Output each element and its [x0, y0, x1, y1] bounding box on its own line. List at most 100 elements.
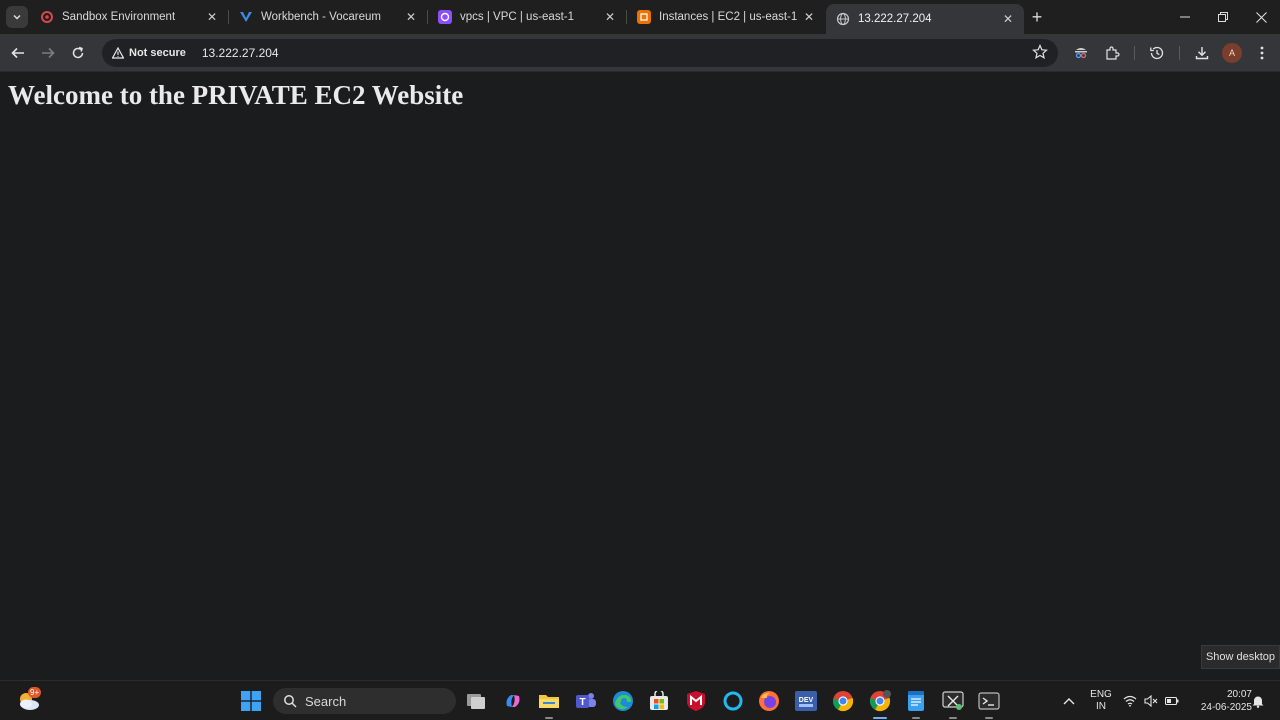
windows-icon: [241, 691, 261, 711]
cortana-button[interactable]: [720, 688, 746, 714]
clock-time: 20:07: [1226, 689, 1252, 700]
chevron-up-icon: [1063, 698, 1075, 705]
wifi-status[interactable]: [1120, 688, 1140, 714]
extensions-button[interactable]: [1100, 41, 1124, 65]
tab-title: Sandbox Environment: [62, 11, 176, 23]
snipping-tool-icon: [942, 691, 964, 710]
clock[interactable]: 20:07 24-06-2025: [1186, 688, 1252, 714]
url-text[interactable]: 13.222.27.204: [202, 46, 279, 60]
copilot-button[interactable]: [500, 688, 526, 714]
taskbar: 9+ Search T DEV ENG IN 20:07 24-06-2025: [0, 680, 1280, 720]
close-icon[interactable]: ✕: [403, 9, 419, 25]
star-icon: [1032, 44, 1048, 60]
tab-ec2[interactable]: Instances | EC2 | us-east-1 ✕: [627, 0, 825, 34]
edge-button[interactable]: [610, 688, 636, 714]
warning-icon: [112, 47, 124, 59]
language-indicator[interactable]: ENG IN: [1088, 689, 1114, 713]
terminal-button[interactable]: [976, 688, 1002, 719]
store-icon: [650, 691, 668, 710]
bookmark-star-button[interactable]: [1032, 44, 1048, 65]
new-tab-button[interactable]: +: [1026, 6, 1048, 28]
running-indicator: [873, 717, 887, 719]
firefox-button[interactable]: [756, 688, 782, 714]
language-code: ENG: [1090, 689, 1112, 700]
cortana-icon: [723, 691, 743, 711]
wifi-icon: [1123, 695, 1137, 707]
back-button[interactable]: [6, 41, 30, 65]
tab-vpc[interactable]: vpcs | VPC | us-east-1 ✕: [428, 0, 626, 34]
security-label: Not secure: [129, 47, 186, 59]
folder-icon: [539, 695, 559, 708]
chrome-button[interactable]: [830, 688, 856, 714]
close-icon[interactable]: ✕: [801, 9, 817, 25]
taskbar-search[interactable]: Search: [273, 688, 456, 714]
vpc-icon: [438, 10, 452, 24]
tab-active-ip[interactable]: 13.222.27.204 ✕: [826, 4, 1024, 34]
teams-button[interactable]: T: [573, 688, 599, 714]
tray-overflow-button[interactable]: [1056, 688, 1082, 714]
running-indicator: [545, 717, 553, 719]
notification-button[interactable]: [1250, 688, 1266, 714]
task-view-button[interactable]: [463, 688, 489, 714]
close-icon[interactable]: ✕: [204, 9, 220, 25]
download-icon: [1195, 47, 1209, 60]
security-chip[interactable]: Not secure: [110, 43, 194, 63]
devhome-button[interactable]: DEV: [793, 688, 819, 714]
copilot-icon: [506, 695, 520, 707]
tab-title: Workbench - Vocareum: [261, 11, 381, 23]
profile-avatar[interactable]: A: [1222, 43, 1242, 63]
chrome-profile-icon: [869, 690, 891, 712]
ec2-icon: [637, 10, 651, 24]
extension-button[interactable]: [1069, 41, 1093, 65]
tab-sandbox[interactable]: Sandbox Environment ✕: [30, 0, 228, 34]
forward-button[interactable]: [36, 41, 60, 65]
arrow-right-icon: [42, 47, 55, 59]
volume-status[interactable]: [1141, 688, 1161, 714]
web-page: Welcome to the PRIVATE EC2 Website: [0, 72, 1280, 680]
show-desktop-tooltip: Show desktop: [1201, 645, 1280, 669]
search-placeholder: Search: [305, 693, 347, 709]
chrome-profile-button[interactable]: [867, 688, 893, 719]
downloads-button[interactable]: [1190, 41, 1214, 65]
tab-vocareum[interactable]: Workbench - Vocareum ✕: [229, 0, 427, 34]
tab-title: 13.222.27.204: [858, 13, 932, 25]
tab-search-button[interactable]: [6, 6, 28, 28]
menu-button[interactable]: [1250, 41, 1274, 65]
browser-toolbar: Not secure 13.222.27.204: [0, 34, 1280, 72]
weather-badge: 9+: [28, 687, 42, 698]
volume-muted-icon: [1144, 695, 1158, 707]
battery-status[interactable]: [1162, 688, 1182, 714]
store-button[interactable]: [646, 688, 672, 714]
running-indicator: [985, 717, 993, 719]
address-bar[interactable]: Not secure 13.222.27.204: [102, 39, 1058, 67]
reload-button[interactable]: [66, 41, 90, 65]
restore-button[interactable]: [1204, 0, 1242, 34]
tab-strip: Sandbox Environment ✕ Workbench - Vocare…: [0, 0, 1280, 34]
start-button[interactable]: [238, 688, 264, 714]
history-button[interactable]: [1145, 41, 1169, 65]
terminal-icon: [978, 692, 1000, 710]
svg-text:DEV: DEV: [799, 697, 814, 704]
file-explorer-button[interactable]: [536, 688, 562, 719]
chevron-down-icon: [13, 14, 21, 20]
close-icon[interactable]: ✕: [1000, 11, 1016, 27]
svg-text:T: T: [579, 697, 585, 708]
minimize-button[interactable]: [1166, 0, 1204, 34]
notepad-button[interactable]: [903, 688, 929, 719]
close-window-button[interactable]: [1242, 0, 1280, 34]
close-icon[interactable]: ✕: [602, 9, 618, 25]
snipping-tool-button[interactable]: [940, 688, 966, 719]
dev-home-icon: DEV: [795, 691, 817, 711]
restore-icon: [1218, 12, 1228, 22]
search-icon: [284, 695, 297, 708]
mcafee-button[interactable]: [683, 688, 709, 714]
tab-title: Instances | EC2 | us-east-1: [659, 11, 798, 23]
minimize-icon: [1180, 16, 1190, 18]
notepad-icon: [908, 691, 924, 711]
running-indicator: [912, 717, 920, 719]
arrow-left-icon: [11, 47, 24, 59]
tab-title: vpcs | VPC | us-east-1: [460, 11, 574, 23]
toolbar-divider: [1179, 46, 1180, 60]
task-view-icon: [467, 694, 485, 709]
vocareum-icon: [239, 10, 253, 24]
